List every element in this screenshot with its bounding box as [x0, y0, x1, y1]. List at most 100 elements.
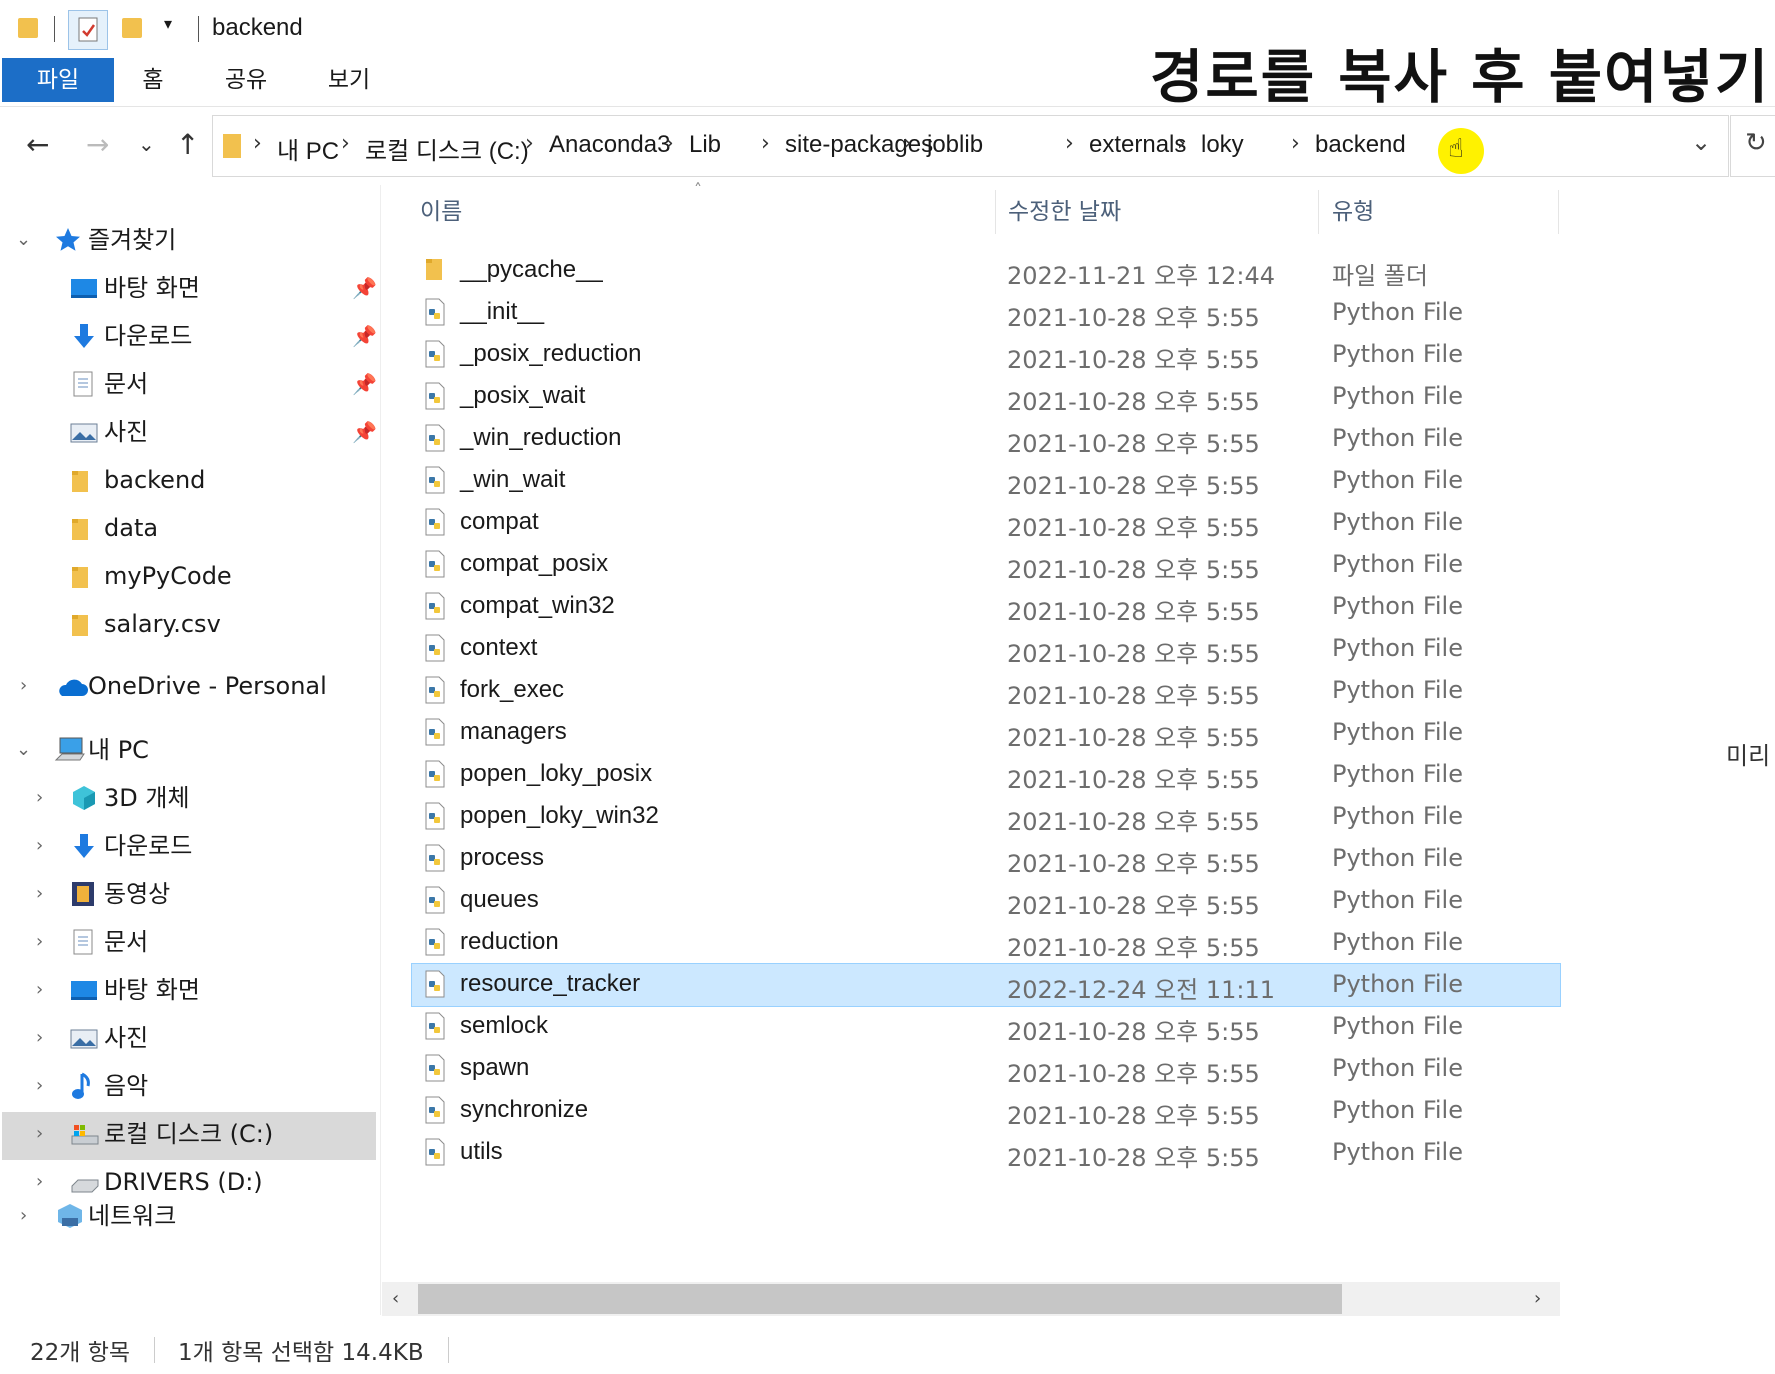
file-row[interactable]: popen_loky_posix 2021-10-28 오후 5:55 Python… — [412, 754, 1560, 796]
sidebar-pc-item[interactable]: › 바탕 화면 — [0, 970, 370, 1010]
file-row[interactable]: _win_reduction 2021-10-28 오후 5:55 Python F… — [412, 418, 1560, 460]
sidebar-pc-item[interactable]: › 다운로드 — [0, 826, 370, 866]
file-date: 2021-10-28 오후 5:55 — [1007, 346, 1260, 374]
scrollbar-thumb[interactable] — [418, 1284, 1342, 1314]
sidebar-pc-item[interactable]: › 로컬 디스크 (C:) — [0, 1114, 370, 1154]
file-row[interactable]: managers 2021-10-28 오후 5:55 Python File — [412, 712, 1560, 754]
file-type: Python File — [1332, 1096, 1463, 1124]
sidebar-pc-item[interactable]: › 사진 — [0, 1018, 370, 1058]
breadcrumb-item[interactable]: joblib — [927, 131, 983, 159]
expand-chevron-icon[interactable]: ⌄ — [16, 220, 31, 260]
file-row[interactable]: compat_posix 2021-10-28 오후 5:55 Python Fil… — [412, 544, 1560, 586]
breadcrumb-chevron-icon[interactable]: › — [525, 131, 534, 156]
tab-view[interactable]: 보기 — [304, 58, 394, 102]
breadcrumb-chevron-icon[interactable]: › — [253, 131, 262, 156]
breadcrumb-chevron-icon[interactable]: › — [665, 131, 674, 156]
file-row[interactable]: fork_exec 2021-10-28 오후 5:55 Python File — [412, 670, 1560, 712]
tab-file[interactable]: 파일 — [2, 58, 114, 102]
breadcrumb-item[interactable]: backend — [1315, 131, 1406, 159]
file-row[interactable]: _win_wait 2021-10-28 오후 5:55 Python File — [412, 460, 1560, 502]
column-divider[interactable] — [1318, 190, 1319, 234]
tab-share[interactable]: 공유 — [206, 58, 286, 102]
file-row[interactable]: queues 2021-10-28 오후 5:55 Python File — [412, 880, 1560, 922]
forward-arrow-icon[interactable]: → — [86, 128, 109, 161]
file-row[interactable]: context 2021-10-28 오후 5:55 Python File — [412, 628, 1560, 670]
file-row[interactable]: semlock 2021-10-28 오후 5:55 Python File — [412, 1006, 1560, 1048]
file-row[interactable]: utils 2021-10-28 오후 5:55 Python File — [412, 1132, 1560, 1174]
refresh-button[interactable]: ↻ — [1730, 115, 1775, 177]
file-row[interactable]: __init__ 2021-10-28 오후 5:55 Python File — [412, 292, 1560, 334]
column-divider[interactable] — [995, 190, 996, 234]
breadcrumb-chevron-icon[interactable]: › — [1291, 131, 1300, 156]
breadcrumb-item[interactable]: 로컬 디스크 (C:) — [365, 131, 529, 166]
back-arrow-icon[interactable]: ← — [26, 128, 49, 161]
collapse-chevron-icon[interactable]: › — [20, 1196, 27, 1236]
scroll-left-icon[interactable]: ‹ — [392, 1288, 399, 1309]
column-header-date[interactable]: 수정한 날짜 — [1008, 192, 1121, 226]
up-arrow-icon[interactable]: ↑ — [176, 128, 199, 161]
sidebar-quick-item[interactable]: data — [0, 508, 370, 548]
sidebar-onedrive[interactable]: › OneDrive - Personal — [0, 666, 370, 706]
sidebar-item-label: data — [104, 514, 159, 542]
sidebar-quick-access[interactable]: ⌄ 즐겨찾기 — [0, 220, 370, 260]
collapse-chevron-icon[interactable]: › — [36, 826, 43, 866]
sidebar-quick-item[interactable]: 다운로드 📌 — [0, 316, 377, 356]
file-row[interactable]: _posix_wait 2021-10-28 오후 5:55 Python File — [412, 376, 1560, 418]
breadcrumb-item[interactable]: 내 PC — [277, 131, 339, 166]
file-row[interactable]: __pycache__ 2022-11-21 오후 12:44 파일 폴더 — [412, 250, 1560, 292]
sidebar-pc-item[interactable]: › 3D 개체 — [0, 778, 370, 818]
column-header-type[interactable]: 유형 — [1332, 192, 1374, 226]
file-name: _posix_wait — [460, 382, 586, 409]
sidebar-quick-item[interactable]: 사진 📌 — [0, 412, 377, 452]
file-row[interactable]: resource_tracker 2022-12-24 오전 11:11 Pytho… — [411, 963, 1561, 1007]
address-dropdown-chevron-icon[interactable]: ⌄ — [1691, 128, 1711, 156]
breadcrumb-chevron-icon[interactable]: › — [1065, 131, 1074, 156]
collapse-chevron-icon[interactable]: › — [36, 1066, 43, 1106]
file-date: 2021-10-28 오후 5:55 — [1007, 1102, 1260, 1130]
file-row[interactable]: reduction 2021-10-28 오후 5:55 Python File — [412, 922, 1560, 964]
sidebar-pc-item[interactable]: › 문서 — [0, 922, 370, 962]
collapse-chevron-icon[interactable]: › — [36, 1018, 43, 1058]
sidebar-network[interactable]: › 네트워크 — [0, 1196, 370, 1236]
breadcrumb-item[interactable]: Anaconda3 — [549, 131, 670, 159]
collapse-chevron-icon[interactable]: › — [36, 874, 43, 914]
sidebar-quick-item[interactable]: backend — [0, 460, 370, 500]
breadcrumb-item[interactable]: Lib — [689, 131, 721, 159]
address-bar[interactable]: › 내 PC › 로컬 디스크 (C:) › Anaconda3 › Lib › site-pac… — [212, 115, 1729, 177]
breadcrumb-item[interactable]: externals — [1089, 131, 1186, 159]
collapse-chevron-icon[interactable]: › — [20, 666, 27, 706]
collapse-chevron-icon[interactable]: › — [36, 1114, 43, 1154]
column-header-name[interactable]: 이름 — [420, 192, 462, 226]
sidebar-quick-item[interactable]: myPyCode — [0, 556, 370, 596]
breadcrumb-chevron-icon[interactable]: › — [1177, 131, 1186, 156]
new-folder-icon[interactable] — [122, 18, 142, 38]
scroll-right-icon[interactable]: › — [1534, 1288, 1541, 1309]
sidebar-quick-item[interactable]: 바탕 화면 📌 — [0, 268, 377, 308]
sidebar-item-label: backend — [104, 466, 206, 494]
quick-access-dropdown-icon[interactable]: ▾ — [164, 14, 172, 33]
collapse-chevron-icon[interactable]: › — [36, 970, 43, 1010]
tab-home[interactable]: 홈 — [118, 58, 188, 102]
sidebar-this-pc[interactable]: ⌄ 내 PC — [0, 730, 370, 770]
properties-button[interactable] — [68, 10, 108, 50]
file-row[interactable]: compat 2021-10-28 오후 5:55 Python File — [412, 502, 1560, 544]
collapse-chevron-icon[interactable]: › — [36, 778, 43, 818]
file-row[interactable]: synchronize 2021-10-28 오후 5:55 Python File — [412, 1090, 1560, 1132]
file-row[interactable]: _posix_reduction 2021-10-28 오후 5:55 Python… — [412, 334, 1560, 376]
breadcrumb-chevron-icon[interactable]: › — [341, 131, 350, 156]
sidebar-quick-item[interactable]: salary.csv — [0, 604, 370, 644]
breadcrumb-chevron-icon[interactable]: › — [761, 131, 770, 156]
sidebar-pc-item[interactable]: › 음악 — [0, 1066, 370, 1106]
sidebar-pc-item[interactable]: › 동영상 — [0, 874, 370, 914]
file-row[interactable]: process 2021-10-28 오후 5:55 Python File — [412, 838, 1560, 880]
sidebar-quick-item[interactable]: 문서 📌 — [0, 364, 377, 404]
file-row[interactable]: compat_win32 2021-10-28 오후 5:55 Python Fil… — [412, 586, 1560, 628]
breadcrumb-item[interactable]: loky — [1201, 131, 1244, 159]
file-row[interactable]: spawn 2021-10-28 오후 5:55 Python File — [412, 1048, 1560, 1090]
file-row[interactable]: popen_loky_win32 2021-10-28 오후 5:55 Python… — [412, 796, 1560, 838]
column-divider[interactable] — [1558, 190, 1559, 234]
recent-locations-chevron-icon[interactable]: ⌄ — [138, 132, 155, 156]
collapse-chevron-icon[interactable]: › — [36, 922, 43, 962]
expand-chevron-icon[interactable]: ⌄ — [16, 730, 31, 770]
breadcrumb-chevron-icon[interactable]: › — [903, 131, 912, 156]
